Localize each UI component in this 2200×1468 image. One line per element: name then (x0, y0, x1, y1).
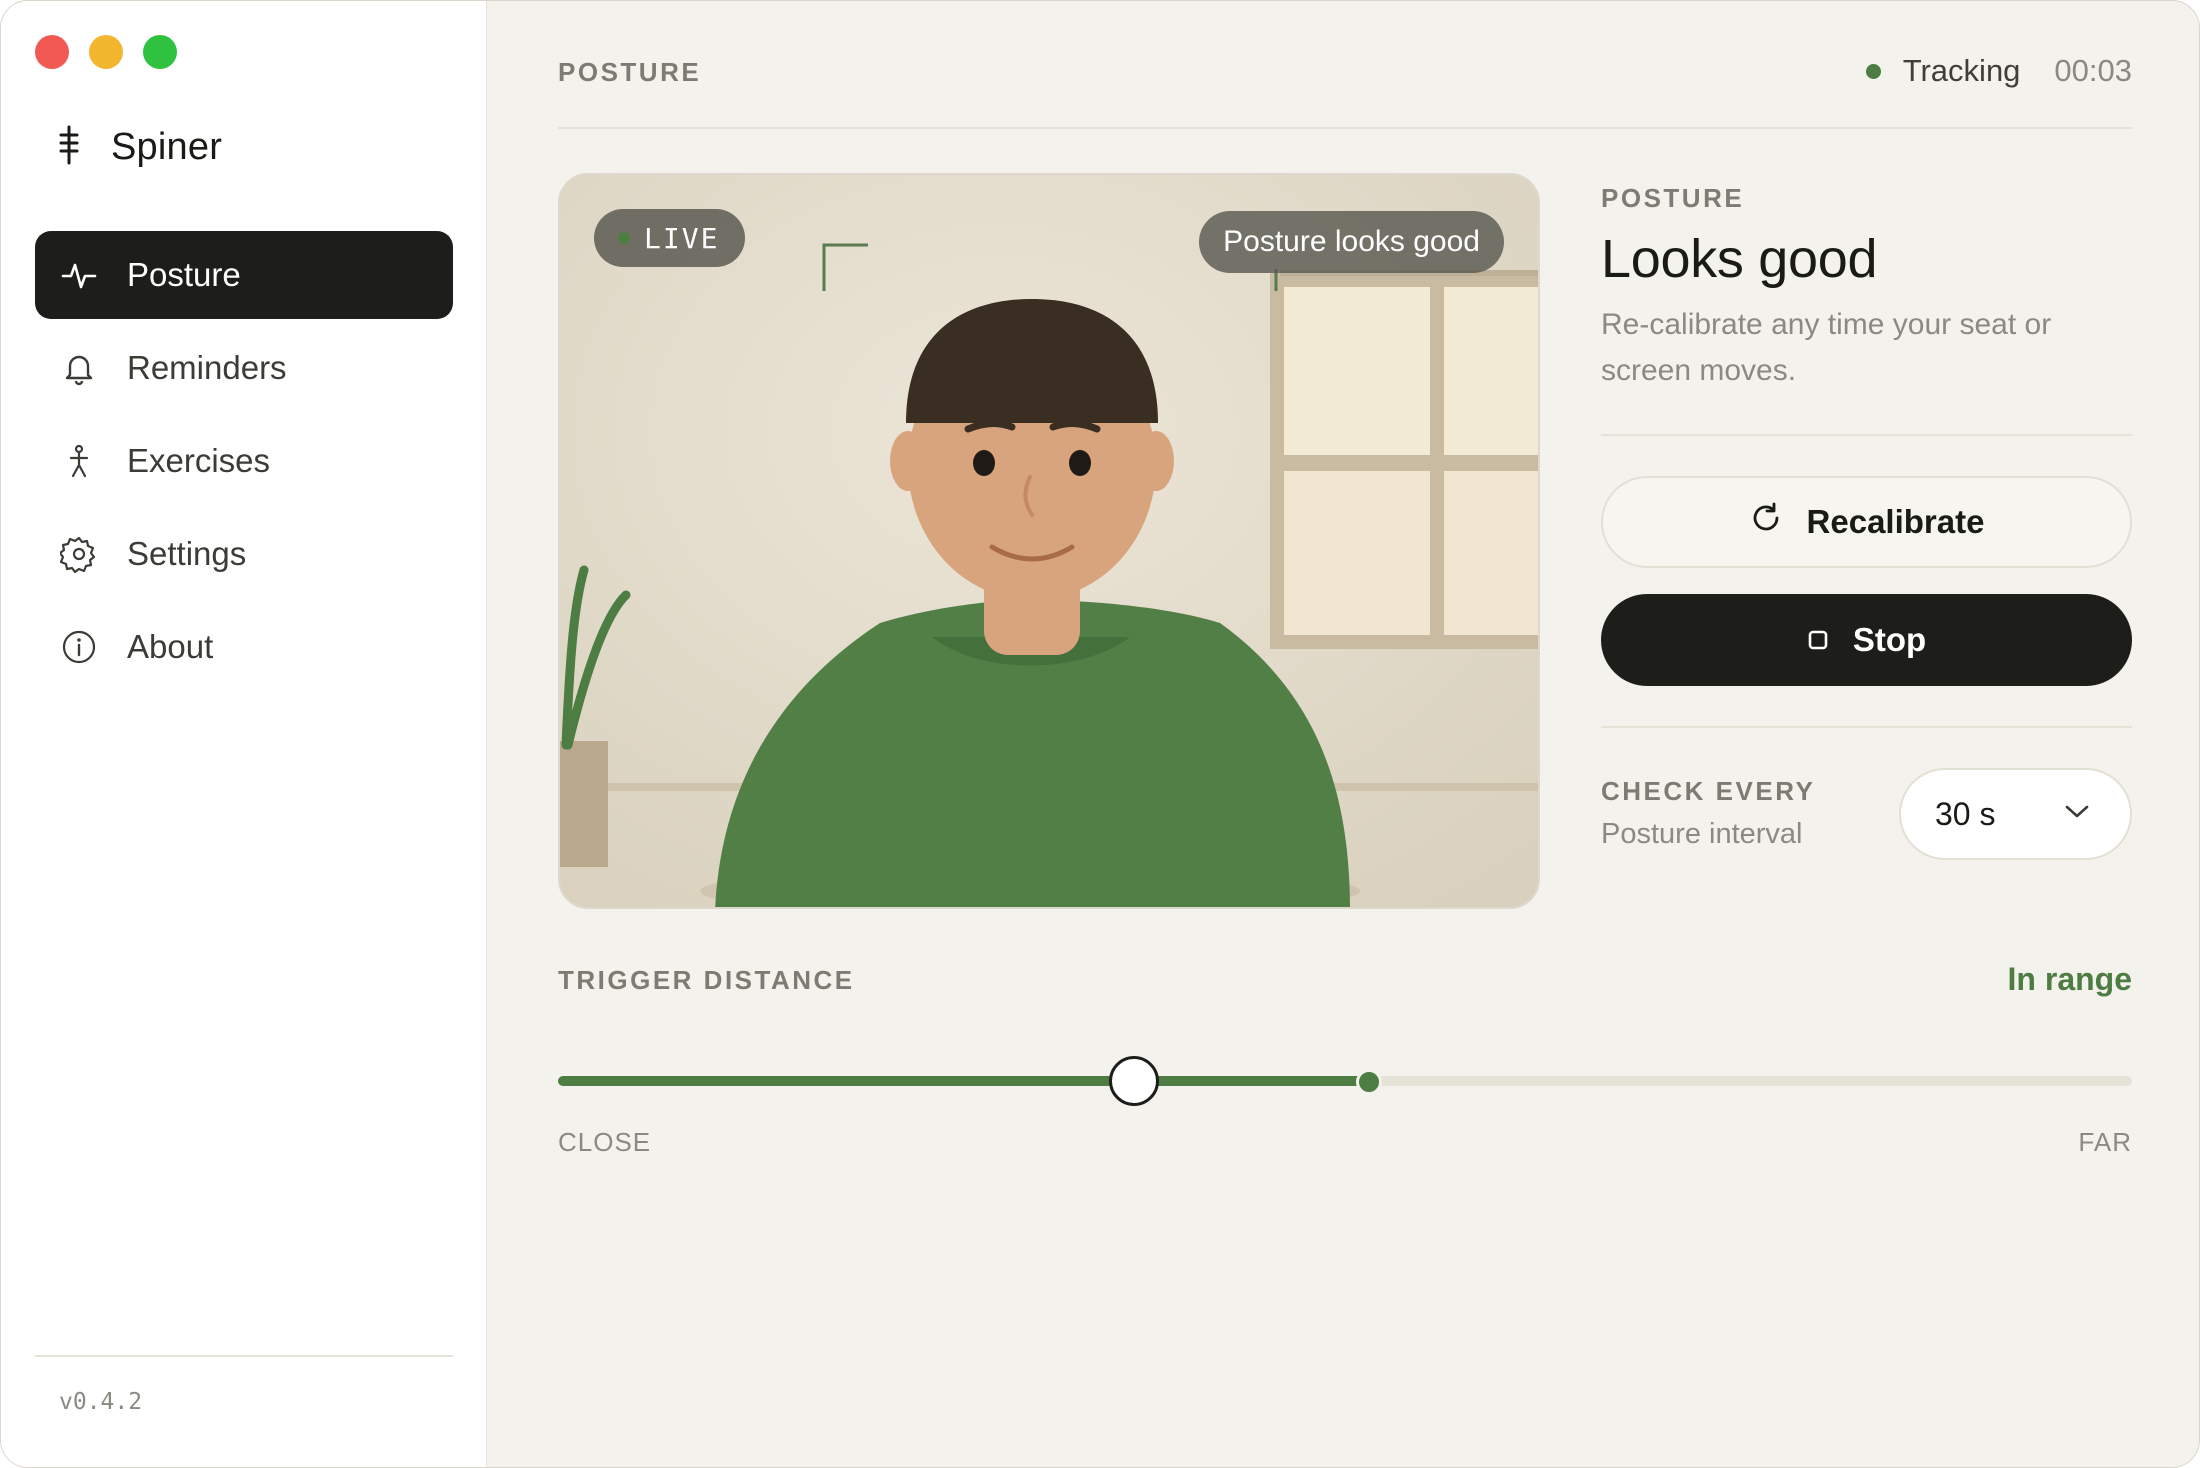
stop-icon (1807, 621, 1829, 659)
posture-overlay-message: Posture looks good (1199, 211, 1504, 273)
slider-min-label: CLOSE (558, 1127, 652, 1157)
topbar: POSTURE Tracking 00:03 (558, 53, 2132, 129)
window-controls (35, 35, 177, 69)
tracking-status: Tracking 00:03 (1865, 53, 2132, 89)
close-window-button[interactable] (35, 35, 69, 69)
sidebar-item-exercises[interactable]: Exercises (35, 417, 453, 505)
check-interval-label: CHECK EVERY (1601, 776, 1816, 806)
trigger-status: In range (2007, 961, 2132, 997)
sidebar-divider (35, 1355, 453, 1357)
minimize-window-button[interactable] (89, 35, 123, 69)
status-text: Tracking (1902, 53, 2021, 88)
app-name: Spiner (111, 126, 223, 168)
page-title: POSTURE (558, 57, 702, 87)
check-interval-row: CHECK EVERY Posture interval 30 s (1601, 728, 2132, 868)
stop-button[interactable]: Stop (1601, 594, 2132, 686)
slider-fill (558, 1076, 1369, 1086)
recalibrate-button[interactable]: Recalibrate (1601, 476, 2132, 568)
sidebar-nav: Posture Reminders Exercises Settings Abo… (35, 231, 453, 696)
trigger-distance-label: TRIGGER DISTANCE (558, 965, 855, 995)
refresh-icon (1749, 501, 1783, 543)
check-interval-sublabel: Posture interval (1601, 818, 1803, 850)
main-content: POSTURE Tracking 00:03 LIVE Posture look… (488, 1, 2199, 1467)
status-dot (1865, 63, 1881, 79)
current-distance-marker (1355, 1069, 1382, 1095)
slider-max-label: FAR (2078, 1127, 2132, 1157)
sidebar-item-label: Settings (127, 535, 247, 572)
app-version: v0.4.2 (59, 1389, 143, 1415)
camera-preview: LIVE Posture looks good (558, 173, 1540, 909)
stop-label: Stop (1852, 621, 1927, 658)
check-interval-value: 30 s (1935, 795, 1996, 832)
brand: Spiner (57, 125, 222, 170)
app-window: Spiner Posture Reminders Exercises Setti… (0, 0, 2200, 1468)
spine-logo-icon (57, 125, 81, 170)
panel-divider (1601, 434, 2132, 436)
person-icon (59, 441, 99, 481)
sidebar-item-label: Posture (127, 256, 241, 293)
live-dot (618, 232, 630, 244)
chevron-down-icon (2064, 804, 2090, 825)
posture-status-title: Looks good (1601, 229, 1878, 289)
check-interval-select[interactable]: 30 s (1899, 768, 2132, 860)
webcam-illustration (560, 175, 1538, 907)
sidebar-item-label: About (127, 628, 214, 665)
sidebar-item-label: Exercises (127, 442, 271, 479)
sidebar-item-about[interactable]: About (35, 603, 453, 691)
posture-description: Re-calibrate any time your seat or scree… (1601, 308, 2052, 387)
sidebar-item-label: Reminders (127, 349, 287, 386)
sidebar-item-settings[interactable]: Settings (35, 510, 453, 598)
recalibrate-label: Recalibrate (1806, 503, 1985, 540)
live-badge: LIVE (594, 209, 746, 267)
sidebar: Spiner Posture Reminders Exercises Setti… (1, 1, 487, 1467)
trigger-distance-slider[interactable] (558, 1056, 2132, 1106)
slider-handle[interactable] (1109, 1056, 1160, 1106)
sidebar-item-reminders[interactable]: Reminders (35, 324, 453, 412)
activity-icon (59, 255, 99, 295)
sidebar-item-posture[interactable]: Posture (35, 231, 453, 319)
zoom-window-button[interactable] (143, 35, 177, 69)
live-label: LIVE (644, 221, 720, 255)
elapsed-time: 00:03 (2054, 53, 2132, 88)
posture-panel: POSTURE Looks good Re-calibrate any time… (1601, 173, 2132, 868)
panel-eyebrow: POSTURE (1601, 183, 1745, 213)
bell-icon (59, 348, 99, 388)
gear-icon (59, 534, 99, 574)
info-icon (59, 627, 99, 667)
